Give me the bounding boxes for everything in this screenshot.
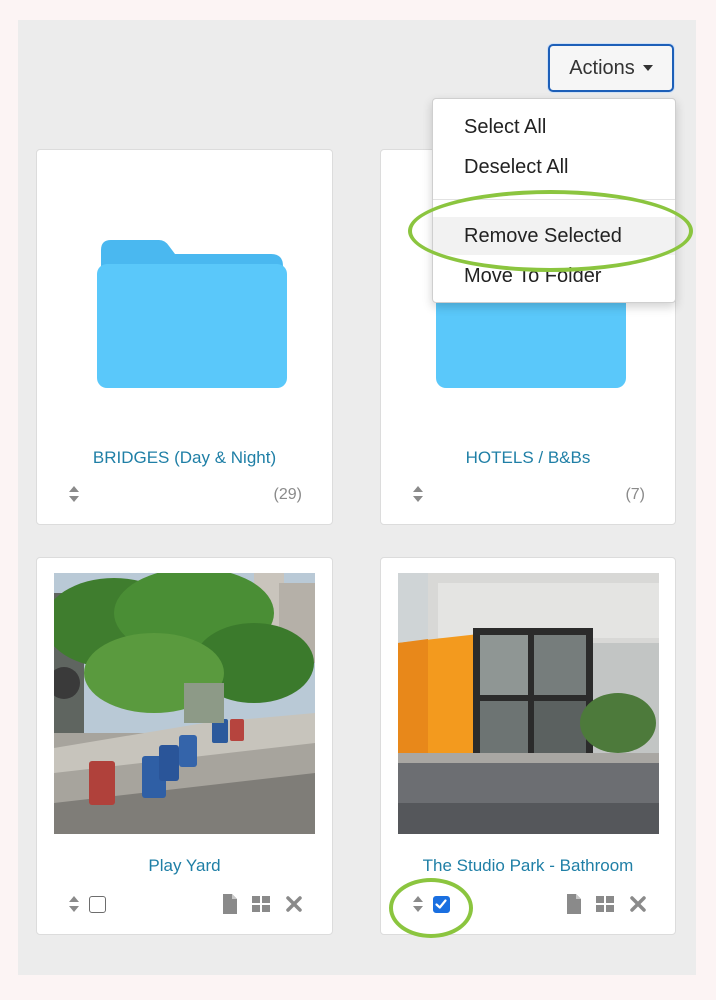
sort-icon[interactable] xyxy=(412,485,424,503)
grid-icon[interactable] xyxy=(251,894,271,914)
caret-down-icon xyxy=(642,65,653,71)
grid-icon[interactable] xyxy=(595,894,615,914)
actions-menu: Select All Deselect All Remove Selected … xyxy=(432,98,676,303)
menu-item-remove-selected[interactable]: Remove Selected xyxy=(433,217,675,255)
folder-title[interactable]: BRIDGES (Day & Night) xyxy=(45,448,324,468)
select-checkbox[interactable] xyxy=(89,896,106,913)
photo-card[interactable]: The Studio Park - Bathroom xyxy=(380,557,676,935)
folder-card[interactable]: BRIDGES (Day & Night) (29) xyxy=(36,149,333,525)
item-count: (7) xyxy=(625,486,645,503)
photo-thumbnail[interactable] xyxy=(398,573,659,834)
menu-item-select-all[interactable]: Select All xyxy=(433,108,675,146)
menu-item-deselect-all[interactable]: Deselect All xyxy=(433,148,675,186)
photo-card[interactable]: Play Yard xyxy=(36,557,333,935)
menu-divider xyxy=(433,199,675,200)
actions-label: Actions xyxy=(569,56,635,79)
close-icon[interactable] xyxy=(628,894,648,914)
close-icon[interactable] xyxy=(284,894,304,914)
photo-title[interactable]: The Studio Park - Bathroom xyxy=(381,856,675,876)
sort-icon[interactable] xyxy=(68,895,80,913)
photo-title[interactable]: Play Yard xyxy=(37,856,332,876)
folder-title[interactable]: HOTELS / B&Bs xyxy=(389,448,667,468)
select-checkbox[interactable] xyxy=(433,896,450,913)
actions-button[interactable]: Actions xyxy=(548,44,674,92)
file-icon[interactable] xyxy=(220,894,240,914)
photo-thumbnail[interactable] xyxy=(54,573,315,834)
item-count: (29) xyxy=(273,486,302,503)
sort-icon[interactable] xyxy=(68,485,80,503)
file-icon[interactable] xyxy=(564,894,584,914)
sort-icon[interactable] xyxy=(412,895,424,913)
folder-icon xyxy=(97,240,287,388)
menu-item-move-to-folder[interactable]: Move To Folder xyxy=(433,257,675,295)
check-icon xyxy=(435,899,447,909)
